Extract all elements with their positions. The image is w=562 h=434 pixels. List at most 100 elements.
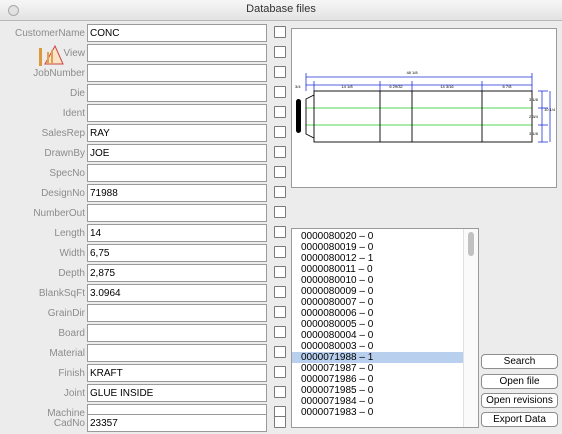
salesrep-input[interactable]: RAY	[87, 124, 267, 142]
title-bar: Database files	[0, 0, 562, 21]
field-label: BlankSqFt	[38, 288, 85, 299]
field-row-cadno: CadNo 23357	[0, 414, 290, 434]
cadno-checkbox[interactable]	[274, 416, 286, 428]
field-label: DesignNo	[41, 188, 85, 199]
list-item-selected[interactable]: 0000071988 – 1	[292, 352, 478, 363]
board-input[interactable]	[87, 324, 267, 342]
field-label: NumberOut	[33, 208, 85, 219]
dim-segment: 6 7/8	[503, 84, 513, 89]
list-item[interactable]: 0000071985 – 0	[292, 385, 478, 396]
list-item[interactable]: 0000080009 – 0	[292, 286, 478, 297]
salesrep-checkbox[interactable]	[274, 126, 286, 138]
file-list[interactable]: 0000080020 – 0 0000080019 – 0 0000080012…	[291, 228, 479, 428]
field-label: Die	[69, 88, 85, 99]
view-input[interactable]	[87, 44, 267, 62]
finish-checkbox[interactable]	[274, 366, 286, 378]
field-row-board: Board	[0, 324, 290, 344]
length-input[interactable]: 14	[87, 224, 267, 242]
field-label: Finish	[58, 368, 85, 379]
box-blank-drawing: 48 1/8 3/4 14 1/8 6 29/32 14 3/16 6 7/8 …	[295, 70, 556, 143]
search-button[interactable]: Search	[481, 354, 558, 369]
die-input[interactable]	[87, 84, 267, 102]
field-row-ident: Ident	[0, 104, 290, 124]
ident-checkbox[interactable]	[274, 106, 286, 118]
designno-checkbox[interactable]	[274, 186, 286, 198]
list-item[interactable]: 0000080020 – 0	[292, 231, 478, 242]
export-data-button[interactable]: Export Data	[481, 412, 558, 427]
material-checkbox[interactable]	[274, 346, 286, 358]
board-checkbox[interactable]	[274, 326, 286, 338]
numberout-checkbox[interactable]	[274, 206, 286, 218]
field-label: Joint	[63, 388, 85, 399]
dim-segment: 14 3/16	[440, 84, 454, 89]
list-item[interactable]: 0000080011 – 0	[292, 264, 478, 275]
jobnumber-checkbox[interactable]	[274, 66, 286, 78]
list-item[interactable]: 0000080019 – 0	[292, 242, 478, 253]
graindir-input[interactable]	[87, 304, 267, 322]
drawing-preview[interactable]: 48 1/8 3/4 14 1/8 6 29/32 14 3/16 6 7/8 …	[291, 28, 557, 188]
open-revisions-button[interactable]: Open revisions	[481, 393, 558, 408]
list-item[interactable]: 0000080003 – 0	[292, 341, 478, 352]
file-list-items: 0000080020 – 0 0000080019 – 0 0000080012…	[292, 229, 478, 418]
scrollbar-thumb[interactable]	[468, 232, 474, 256]
die-checkbox[interactable]	[274, 86, 286, 98]
field-row-die: Die	[0, 84, 290, 104]
numberout-input[interactable]	[87, 204, 267, 222]
field-row-jobnumber: JobNumber	[0, 64, 290, 84]
joint-checkbox[interactable]	[274, 386, 286, 398]
designno-input[interactable]: 71988	[87, 184, 267, 202]
list-item[interactable]: 0000080005 – 0	[292, 319, 478, 330]
field-label: Length	[54, 228, 85, 239]
list-item[interactable]: 0000071984 – 0	[292, 396, 478, 407]
list-item[interactable]: 0000080010 – 0	[292, 275, 478, 286]
customername-checkbox[interactable]	[274, 26, 286, 38]
depth-checkbox[interactable]	[274, 266, 286, 278]
field-row-salesrep: SalesRep RAY	[0, 124, 290, 144]
material-input[interactable]	[87, 344, 267, 362]
list-item[interactable]: 0000071983 – 0	[292, 407, 478, 418]
field-row-drawnby: DrawnBy JOE	[0, 144, 290, 164]
field-row-length: Length 14	[0, 224, 290, 244]
file-list-scrollbar[interactable]	[463, 229, 478, 427]
ident-input[interactable]	[87, 104, 267, 122]
field-row-width: Width 6,75	[0, 244, 290, 264]
jobnumber-input[interactable]	[87, 64, 267, 82]
field-label: Material	[49, 348, 85, 359]
field-label: SalesRep	[41, 128, 85, 139]
dim-right: 3 1/8	[529, 131, 539, 136]
dim-right-total: 10 1/4	[544, 107, 556, 112]
drawnby-input[interactable]: JOE	[87, 144, 267, 162]
list-item[interactable]: 0000071987 – 0	[292, 363, 478, 374]
open-file-button[interactable]: Open file	[481, 374, 558, 389]
finish-input[interactable]: KRAFT	[87, 364, 267, 382]
field-row-finish: Finish KRAFT	[0, 364, 290, 384]
list-item[interactable]: 0000071986 – 0	[292, 374, 478, 385]
depth-input[interactable]: 2,875	[87, 264, 267, 282]
dim-segment: 14 1/8	[341, 84, 353, 89]
list-item[interactable]: 0000080006 – 0	[292, 308, 478, 319]
specno-input[interactable]	[87, 164, 267, 182]
field-label: GrainDir	[47, 308, 85, 319]
specno-checkbox[interactable]	[274, 166, 286, 178]
length-checkbox[interactable]	[274, 226, 286, 238]
list-item[interactable]: 0000080007 – 0	[292, 297, 478, 308]
field-row-customername: CustomerName CONC	[0, 24, 290, 44]
cadno-input[interactable]: 23357	[87, 414, 267, 432]
customername-input[interactable]: CONC	[87, 24, 267, 42]
list-item[interactable]: 0000080004 – 0	[292, 330, 478, 341]
drawnby-checkbox[interactable]	[274, 146, 286, 158]
field-row-graindir: GrainDir	[0, 304, 290, 324]
width-input[interactable]: 6,75	[87, 244, 267, 262]
field-label: Width	[59, 248, 85, 259]
field-row-material: Material	[0, 344, 290, 364]
blanksqft-checkbox[interactable]	[274, 286, 286, 298]
joint-input[interactable]: GLUE INSIDE	[87, 384, 267, 402]
list-item[interactable]: 0000080012 – 1	[292, 253, 478, 264]
field-label: DrawnBy	[44, 148, 85, 159]
width-checkbox[interactable]	[274, 246, 286, 258]
field-row-blanksqft: BlankSqFt 3.0964	[0, 284, 290, 304]
graindir-checkbox[interactable]	[274, 306, 286, 318]
blanksqft-input[interactable]: 3.0964	[87, 284, 267, 302]
field-row-specno: SpecNo	[0, 164, 290, 184]
view-checkbox[interactable]	[274, 46, 286, 58]
